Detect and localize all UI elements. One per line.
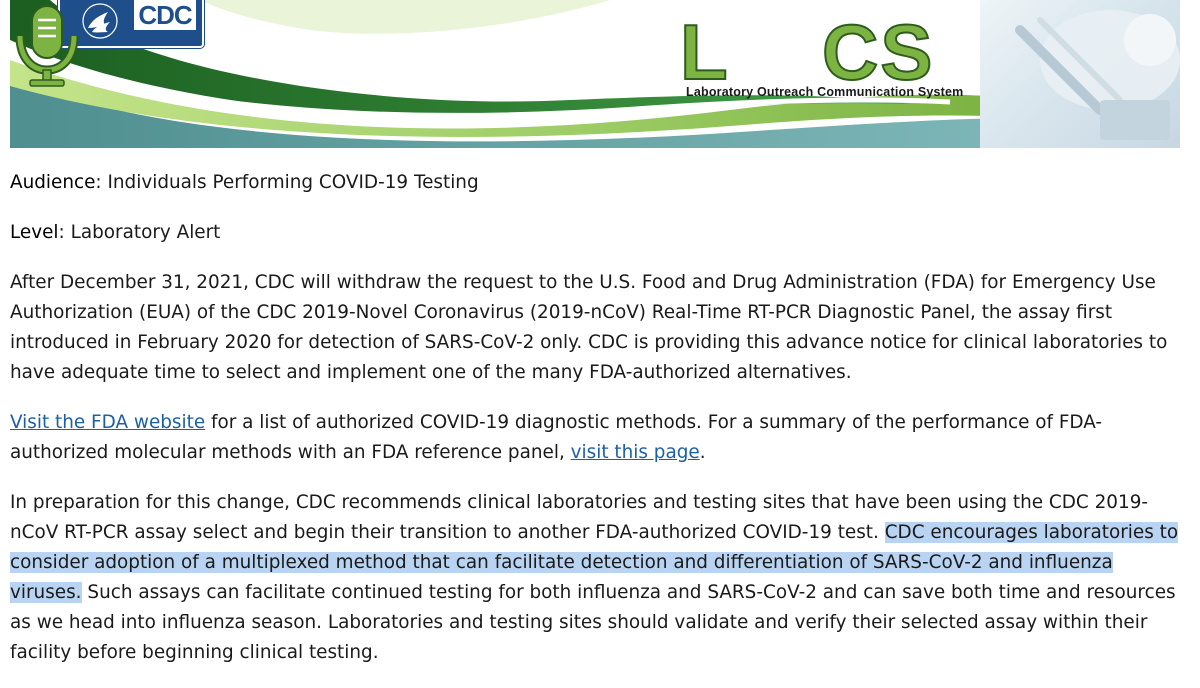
fda-links-text-2: . bbox=[699, 442, 706, 463]
lucs-banner: CDC L CS Laboratory Outreach Communicatio… bbox=[10, 0, 1180, 148]
cdc-logo-text: CDC bbox=[134, 0, 196, 30]
audience-sep: : bbox=[95, 172, 108, 193]
audience-value: Individuals Performing COVID-19 Testing bbox=[107, 172, 479, 193]
withdrawal-paragraph: After December 31, 2021, CDC will withdr… bbox=[10, 272, 1168, 383]
level-value: Laboratory Alert bbox=[70, 222, 221, 243]
level-label: Level bbox=[10, 222, 59, 243]
visit-this-page-link[interactable]: visit this page bbox=[571, 442, 700, 463]
lucs-wordmark: L CS bbox=[679, 8, 935, 96]
audience-line: Audience: Individuals Performing COVID-1… bbox=[10, 168, 1190, 198]
level-sep: : bbox=[58, 222, 71, 243]
lucs-letter-l: L bbox=[679, 8, 730, 96]
preparation-text-after: Such assays can facilitate continued tes… bbox=[10, 582, 1176, 663]
level-line: Level: Laboratory Alert bbox=[10, 218, 1190, 248]
preparation-paragraph: In preparation for this change, CDC reco… bbox=[10, 488, 1190, 668]
lucs-letters-cs: CS bbox=[821, 8, 935, 96]
fda-website-link[interactable]: Visit the FDA website bbox=[10, 412, 205, 433]
alert-body: Audience: Individuals Performing COVID-1… bbox=[10, 168, 1190, 688]
audience-label: Audience bbox=[10, 172, 96, 193]
microphone-icon bbox=[15, 5, 79, 87]
lucs-subtitle: Laboratory Outreach Communication System bbox=[686, 85, 964, 99]
fda-links-paragraph: Visit the FDA website for a list of auth… bbox=[10, 408, 1190, 468]
lab-photo bbox=[980, 0, 1180, 148]
